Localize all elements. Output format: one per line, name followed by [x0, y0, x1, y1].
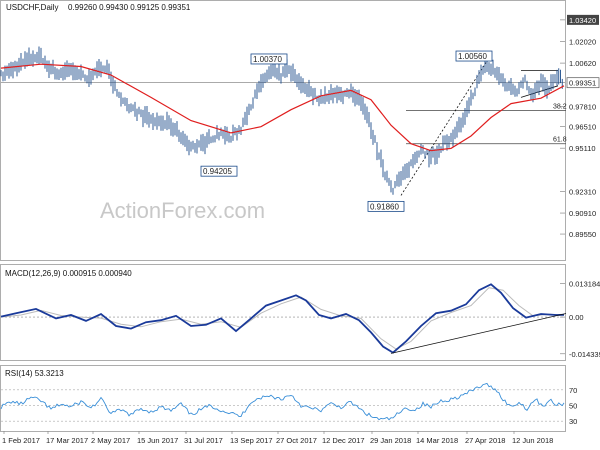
x-tick-label: 12 Jun 2018	[512, 436, 553, 445]
x-tick-label: 2 May 2017	[91, 436, 130, 445]
x-axis: 1 Feb 2017 17 Mar 2017 2 May 2017 15 Jun 20…	[2, 431, 553, 445]
price-annotation-label: 0.94205	[203, 167, 232, 176]
fib-level-label: 61.8	[553, 137, 567, 144]
x-tick-label: 12 Dec 2017	[322, 436, 365, 445]
ohlc-readout: 0.99260 0.99430 0.99125 0.99351	[68, 3, 191, 12]
price-annotation-label: 1.00560	[458, 52, 487, 61]
x-tick-label: 17 Mar 2017	[46, 436, 88, 445]
macd-panel: MACD(12,26,9) 0.000915 0.000940 0.013184…	[0, 264, 600, 361]
price-y-tick-label: 0.97810	[569, 103, 596, 112]
rsi-y-tick-label: 70	[569, 386, 577, 395]
fib-level-label: 38.2	[553, 104, 567, 111]
rsi-y-tick-label: 50	[569, 401, 577, 410]
price-y-axis: 1.03420 1.02020 1.00620 0.99351 0.97810 0.965…	[566, 14, 600, 239]
price-panel-frame	[0, 0, 566, 261]
x-tick-label: 29 Jan 2018	[370, 436, 411, 445]
price-y-tick-label: 0.89550	[569, 230, 596, 239]
price-y-tick-label: 1.03420	[569, 16, 596, 25]
macd-y-tick-label: 0.00	[569, 313, 584, 322]
price-y-tick-label: 1.00620	[569, 59, 596, 68]
x-tick-label: 31 Jul 2017	[184, 436, 223, 445]
x-tick-label: 14 Mar 2018	[416, 436, 458, 445]
price-annotation-label: 1.00370	[253, 55, 282, 64]
price-y-tick-label: 0.95110	[569, 144, 596, 153]
price-annotation-label: 0.91860	[370, 202, 399, 211]
price-y-tick-label: 0.96510	[569, 123, 596, 132]
x-tick-label: 27 Oct 2017	[276, 436, 317, 445]
x-tick-label: 15 Jun 2017	[137, 436, 178, 445]
price-y-tick-label: 0.99351	[569, 79, 596, 88]
rsi-panel: RSI(14) 53.3213 70 50 30	[0, 365, 577, 432]
rsi-y-axis: 70 50 30	[569, 386, 577, 426]
macd-y-tick-label: 0.013184	[569, 279, 600, 288]
x-tick-label: 27 Apr 2018	[465, 436, 505, 445]
x-tick-label: 13 Sep 2017	[230, 436, 273, 445]
macd-panel-frame	[0, 264, 566, 361]
rsi-panel-title: RSI(14) 53.3213	[5, 369, 64, 378]
macd-panel-title: MACD(12,26,9) 0.000915 0.000940	[5, 269, 132, 278]
rsi-panel-frame	[0, 365, 566, 432]
price-y-tick-label: 0.92310	[569, 187, 596, 196]
macd-y-axis: 0.013184 0.00 -0.014339	[560, 279, 600, 359]
watermark-text: ActionForex.com	[100, 198, 265, 223]
price-panel: USDCHF,Daily 0.99260 0.99430 0.99125 0.9…	[0, 0, 600, 261]
usdchf-daily-chart: USDCHF,Daily 0.99260 0.99430 0.99125 0.9…	[0, 0, 600, 445]
price-y-tick-label: 0.90910	[569, 209, 596, 218]
price-y-tick-label: 1.02020	[569, 37, 596, 46]
price-panel-title: USDCHF,Daily	[6, 3, 58, 12]
rsi-y-tick-label: 30	[569, 417, 577, 426]
macd-y-tick-label: -0.014339	[569, 350, 600, 359]
x-tick-label: 1 Feb 2017	[2, 436, 40, 445]
